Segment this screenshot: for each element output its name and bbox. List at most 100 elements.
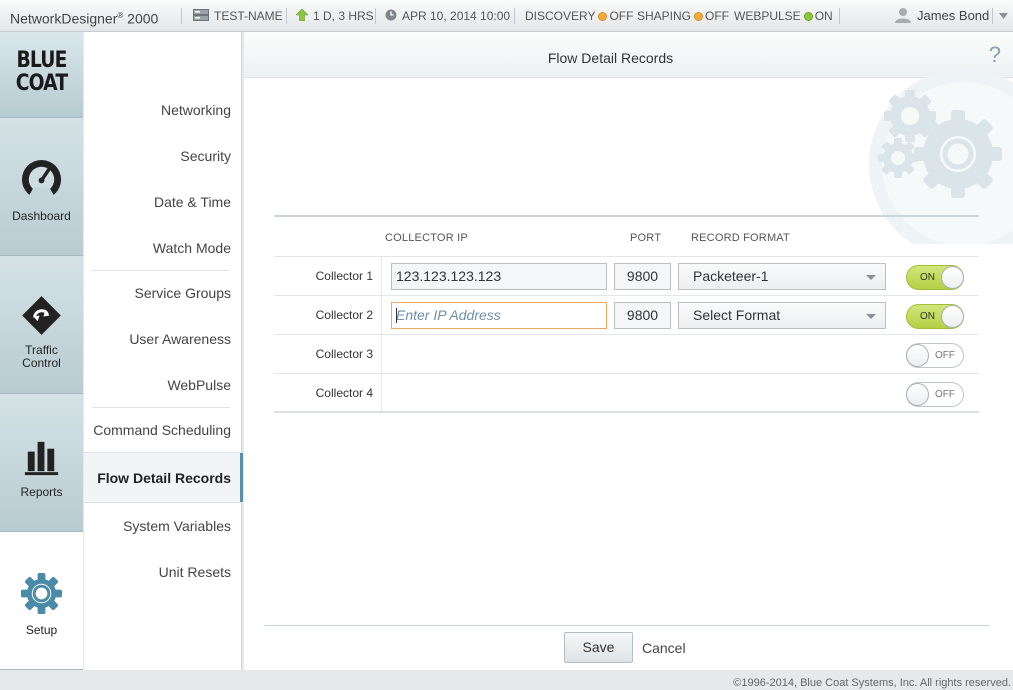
divider (514, 8, 515, 24)
discovery-status-dot (598, 12, 608, 21)
setup-gear-icon (20, 572, 63, 615)
rail-label-dashboard: Dashboard (12, 209, 71, 223)
app-reg-mark: ® (117, 11, 124, 20)
table-bottom-border (274, 411, 979, 413)
collector-1-toggle-state: ON (920, 272, 935, 283)
column-header-collector-ip: COLLECTOR IP (385, 232, 468, 244)
collector-2-toggle-state: ON (920, 311, 935, 322)
device-status: TEST-NAME (193, 0, 283, 32)
dashboard-gauge-icon (21, 159, 62, 201)
divider (375, 8, 376, 24)
nav-item-webpulse[interactable]: WebPulse (167, 377, 231, 393)
collector-1-format-value: Packeteer-1 (693, 268, 769, 284)
collector-2-format-value: Select Format (693, 307, 781, 323)
main-nav-rail: BLUE COAT Dashboard Traffic Control Repo… (0, 32, 83, 670)
collector-label: Collector 2 (274, 296, 382, 334)
shaping-state: OFF (705, 9, 730, 23)
nav-item-system-variables[interactable]: System Variables (123, 518, 231, 534)
rail-label-reports: Reports (20, 485, 63, 499)
shaping-label: SHAPING (637, 9, 692, 23)
main-panel: Flow Detail Records ? COLLECTOR IP PORT … (244, 32, 1013, 670)
uptime-status: 1 D, 3 HRS (295, 0, 374, 32)
nav-divider (92, 270, 230, 271)
collector-4-toggle-state: OFF (935, 389, 955, 400)
collector-2-format-select[interactable]: Select Format (678, 302, 886, 329)
table-row-collector-2: Collector 2 Enter IP Address 9800 Select… (274, 295, 979, 334)
save-button[interactable]: Save (564, 632, 633, 663)
divider (992, 8, 993, 24)
app-name: NetworkDesigner (10, 10, 118, 27)
user-name: James Bond (917, 8, 990, 23)
shaping-status-dot (694, 12, 704, 21)
table-top-border (274, 215, 979, 217)
dropdown-arrow-icon (866, 275, 876, 280)
nav-divider (92, 407, 230, 408)
collector-3-toggle[interactable]: OFF (906, 343, 964, 368)
traffic-control-icon (22, 296, 61, 335)
divider (181, 8, 182, 24)
nav-item-date-time[interactable]: Date & Time (154, 194, 231, 210)
toggle-knob (906, 344, 929, 367)
app-title: NetworkDesigner® 2000 (10, 0, 158, 32)
server-icon (193, 9, 209, 21)
collector-2-toggle[interactable]: ON (906, 304, 964, 329)
nav-item-watch-mode[interactable]: Watch Mode (153, 240, 231, 256)
column-header-record-format: RECORD FORMAT (691, 232, 790, 244)
nav-item-user-awareness[interactable]: User Awareness (129, 331, 231, 347)
collector-1-format-select[interactable]: Packeteer-1 (678, 263, 886, 290)
discovery-label: DISCOVERY (525, 9, 596, 23)
nav-item-networking[interactable]: Networking (161, 102, 231, 118)
clock-icon (385, 9, 397, 21)
collector-1-ip-input[interactable]: 123.123.123.123 (391, 263, 607, 290)
logo-line-2: COAT (15, 71, 68, 96)
uptime-arrow-icon (295, 8, 309, 22)
collector-2-ip-placeholder: Enter IP Address (396, 307, 501, 323)
rail-label-control: Control (22, 356, 61, 370)
table-row-collector-3: Collector 3 OFF (274, 334, 979, 373)
collector-label: Collector 3 (274, 335, 382, 373)
cancel-button[interactable]: Cancel (642, 640, 686, 656)
divider (839, 8, 840, 24)
collector-3-toggle-state: OFF (935, 350, 955, 361)
toggle-knob (906, 383, 929, 406)
nav-item-flow-detail-records[interactable]: Flow Detail Records (97, 470, 231, 486)
nav-item-unit-resets[interactable]: Unit Resets (159, 564, 231, 580)
app-version: 2000 (127, 10, 159, 27)
rail-label-setup: Setup (25, 623, 58, 637)
user-menu-chevron-icon[interactable] (999, 13, 1008, 19)
user-menu[interactable]: James Bond (895, 0, 989, 32)
collector-4-toggle[interactable]: OFF (906, 382, 964, 407)
rail-item-traffic-control[interactable]: Traffic Control (0, 256, 83, 394)
copyright-notice: ©1996-2014, Blue Coat Systems, Inc. All … (733, 677, 1011, 689)
collector-2-ip-input[interactable]: Enter IP Address (391, 302, 607, 329)
nav-item-command-scheduling[interactable]: Command Scheduling (93, 422, 231, 438)
rail-item-reports[interactable]: Reports (0, 394, 83, 532)
dropdown-arrow-icon (866, 314, 876, 319)
collector-2-port-input[interactable]: 9800 (614, 302, 671, 329)
datetime-status: APR 10, 2014 10:00 (385, 0, 510, 32)
footer-divider (264, 625, 989, 626)
nav-item-service-groups[interactable]: Service Groups (135, 285, 231, 301)
collector-label: Collector 1 (274, 257, 382, 295)
nav-item-security[interactable]: Security (180, 148, 231, 164)
column-header-port: PORT (630, 232, 662, 244)
webpulse-status[interactable]: WEBPULSE ON (734, 0, 833, 32)
toggle-knob (941, 266, 964, 289)
rail-item-setup[interactable]: Setup (0, 532, 83, 670)
discovery-status[interactable]: DISCOVERY OFF (525, 0, 633, 32)
webpulse-status-dot (803, 12, 813, 21)
table-row-collector-1: Collector 1 123.123.123.123 9800 Packete… (274, 256, 979, 295)
collector-label: Collector 4 (274, 374, 382, 412)
toggle-knob (941, 305, 964, 328)
logo-line-1: BLUE (16, 48, 67, 73)
collector-1-port-input[interactable]: 9800 (614, 263, 671, 290)
top-bar: NetworkDesigner® 2000 TEST-NAME 1 D, 3 H… (0, 0, 1013, 32)
discovery-state: OFF (609, 9, 634, 23)
shaping-status[interactable]: SHAPING OFF (637, 0, 729, 32)
reports-bar-chart-icon (24, 441, 59, 476)
user-avatar-icon (895, 8, 911, 23)
webpulse-state: ON (814, 9, 833, 23)
datetime-value: APR 10, 2014 10:00 (402, 9, 511, 23)
collector-1-toggle[interactable]: ON (906, 265, 964, 290)
rail-item-dashboard[interactable]: Dashboard (0, 118, 83, 256)
